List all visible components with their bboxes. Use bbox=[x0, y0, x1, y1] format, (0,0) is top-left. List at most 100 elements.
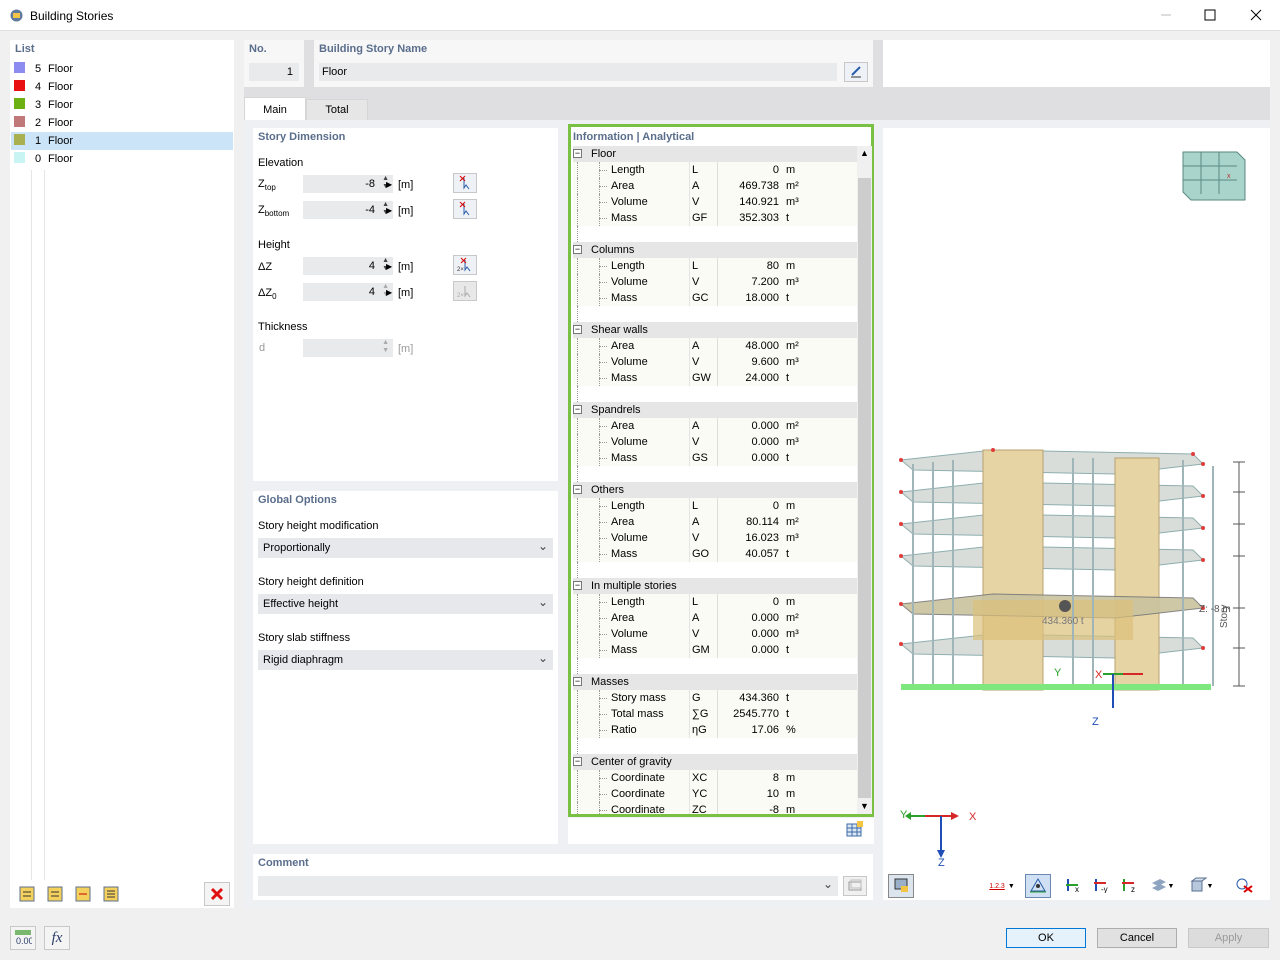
comment-library-button[interactable] bbox=[843, 876, 867, 896]
view-cube-icon[interactable]: x bbox=[1179, 146, 1249, 202]
svg-text:z: z bbox=[1131, 885, 1135, 893]
model-view[interactable]: x bbox=[883, 128, 1270, 900]
spin-arrows-icon[interactable]: ▲▼ bbox=[382, 339, 389, 355]
height-definition-value: Effective height bbox=[263, 598, 338, 610]
zbottom-input[interactable]: -4▲▼ bbox=[303, 201, 393, 219]
numbering-button[interactable]: 1.2.3▼ bbox=[985, 874, 1019, 898]
close-icon[interactable] bbox=[1250, 9, 1262, 21]
minimize-icon[interactable] bbox=[1160, 8, 1172, 20]
comment-panel: Comment ⌄ bbox=[253, 854, 873, 900]
collapse-icon[interactable]: − bbox=[573, 757, 582, 766]
copy-story-icon[interactable] bbox=[70, 882, 96, 906]
tree-row: VolumeV140.921m³ bbox=[573, 194, 857, 210]
tree-row: LengthL0m bbox=[573, 594, 857, 610]
tree-group[interactable]: −Center of gravity bbox=[573, 754, 857, 770]
tree-group[interactable]: −Floor bbox=[573, 146, 857, 162]
collapse-icon[interactable]: − bbox=[573, 245, 582, 254]
arrow-right-icon[interactable]: ▶ bbox=[386, 206, 392, 215]
no-field[interactable]: 1 bbox=[249, 63, 299, 81]
dropdown-arrow-icon: ▼ bbox=[1168, 883, 1175, 890]
list-item[interactable]: 3Floor bbox=[11, 96, 233, 114]
insert-story-above-icon[interactable] bbox=[14, 882, 40, 906]
tree-group[interactable]: −Masses bbox=[573, 674, 857, 690]
dz0-unit: [m] bbox=[398, 287, 413, 299]
arrow-right-icon[interactable]: ▶ bbox=[386, 288, 392, 297]
row-unit: % bbox=[786, 724, 796, 736]
height-definition-select[interactable]: Effective height⌄ bbox=[258, 594, 553, 614]
insert-story-below-icon[interactable] bbox=[42, 882, 68, 906]
chevron-down-icon: ⌄ bbox=[823, 877, 833, 891]
collapse-icon[interactable]: − bbox=[573, 325, 582, 334]
window-title: Building Stories bbox=[30, 9, 113, 23]
row-value: 2545.770 bbox=[717, 706, 779, 722]
tab-total[interactable]: Total bbox=[306, 99, 368, 120]
tree-group[interactable]: −Shear walls bbox=[573, 322, 857, 338]
visibility-button[interactable]: ▼ bbox=[1183, 874, 1219, 898]
scroll-down-icon[interactable]: ▼ bbox=[860, 801, 869, 811]
collapse-icon[interactable]: − bbox=[573, 485, 582, 494]
ztop-input[interactable]: -8▲▼ bbox=[303, 175, 393, 193]
table-export-button[interactable] bbox=[842, 818, 868, 842]
row-label: Story mass bbox=[611, 692, 666, 704]
row-symbol: V bbox=[692, 196, 699, 208]
number-panel: No. 1 bbox=[244, 40, 304, 87]
collapse-icon[interactable]: − bbox=[573, 581, 582, 590]
delete-icon[interactable] bbox=[204, 882, 230, 906]
apply-button[interactable]: Apply bbox=[1188, 928, 1269, 948]
edit-name-button[interactable] bbox=[844, 62, 868, 82]
arrow-right-icon[interactable]: ▶ bbox=[386, 262, 392, 271]
pick-zbottom-button[interactable] bbox=[453, 199, 477, 219]
units-button[interactable]: 0.00 bbox=[10, 926, 36, 950]
dz-input[interactable]: 4▲▼ bbox=[303, 257, 393, 275]
d-input[interactable]: ▲▼ bbox=[303, 339, 393, 357]
show-mass-button[interactable] bbox=[1025, 874, 1051, 898]
ok-button[interactable]: OK bbox=[1006, 928, 1086, 948]
height-modification-select[interactable]: Proportionally⌄ bbox=[258, 538, 553, 558]
view-z-button[interactable]: z bbox=[1116, 874, 1142, 898]
tree-group[interactable]: −Spandrels bbox=[573, 402, 857, 418]
comment-field[interactable]: ⌄ bbox=[258, 876, 838, 896]
pick-two-points-icon: 2× bbox=[457, 256, 473, 275]
view-minus-y-button[interactable]: -y bbox=[1088, 874, 1114, 898]
slab-stiffness-select[interactable]: Rigid diaphragm⌄ bbox=[258, 650, 553, 670]
list-item[interactable]: 4Floor bbox=[11, 78, 233, 96]
pick-dz-button[interactable]: 2× bbox=[453, 255, 477, 275]
list-item[interactable]: 2Floor bbox=[11, 114, 233, 132]
tree-group[interactable]: −In multiple stories bbox=[573, 578, 857, 594]
tree-group[interactable]: −Others bbox=[573, 482, 857, 498]
pick-dz0-button[interactable]: 2× bbox=[453, 281, 477, 301]
row-symbol: GM bbox=[692, 644, 710, 656]
cancel-button[interactable]: Cancel bbox=[1097, 928, 1177, 948]
view-x-button[interactable]: x bbox=[1060, 874, 1086, 898]
render-mode-button[interactable]: ▼ bbox=[1144, 874, 1180, 898]
scroll-up-icon[interactable]: ▲ bbox=[860, 148, 869, 158]
dz0-value: 4 bbox=[369, 286, 375, 298]
list-item[interactable]: 5Floor bbox=[11, 60, 233, 78]
row-label: Volume bbox=[611, 276, 648, 288]
generate-stories-icon[interactable] bbox=[98, 882, 124, 906]
tab-main[interactable]: Main bbox=[244, 97, 306, 120]
tree-scrollbar[interactable]: ▲ ▼ bbox=[857, 146, 872, 814]
view-settings-button[interactable] bbox=[888, 874, 914, 898]
arrow-right-icon[interactable]: ▶ bbox=[386, 180, 392, 189]
formula-button[interactable]: fx bbox=[44, 926, 70, 950]
story-name-field[interactable]: Floor bbox=[319, 63, 837, 81]
height-label: Height bbox=[258, 239, 290, 251]
collapse-icon[interactable]: − bbox=[573, 405, 582, 414]
maximize-icon[interactable] bbox=[1204, 9, 1216, 21]
row-label: Coordinate bbox=[611, 804, 665, 814]
list-item[interactable]: 1Floor bbox=[11, 132, 233, 150]
pick-ztop-button[interactable] bbox=[453, 173, 477, 193]
scroll-thumb[interactable] bbox=[858, 178, 871, 798]
list-item[interactable]: 0Floor bbox=[11, 150, 233, 168]
dz0-input[interactable]: 4▲▼ bbox=[303, 283, 393, 301]
story-number: 4 bbox=[35, 81, 41, 93]
collapse-icon[interactable]: − bbox=[573, 677, 582, 686]
tree-row: VolumeV16.023m³ bbox=[573, 530, 857, 546]
tree-group[interactable]: −Columns bbox=[573, 242, 857, 258]
tree-row: MassGO40.057t bbox=[573, 546, 857, 562]
story-name: Floor bbox=[48, 63, 73, 75]
reset-view-button[interactable] bbox=[1231, 874, 1257, 898]
collapse-icon[interactable]: − bbox=[573, 149, 582, 158]
row-label: Ratio bbox=[611, 724, 637, 736]
